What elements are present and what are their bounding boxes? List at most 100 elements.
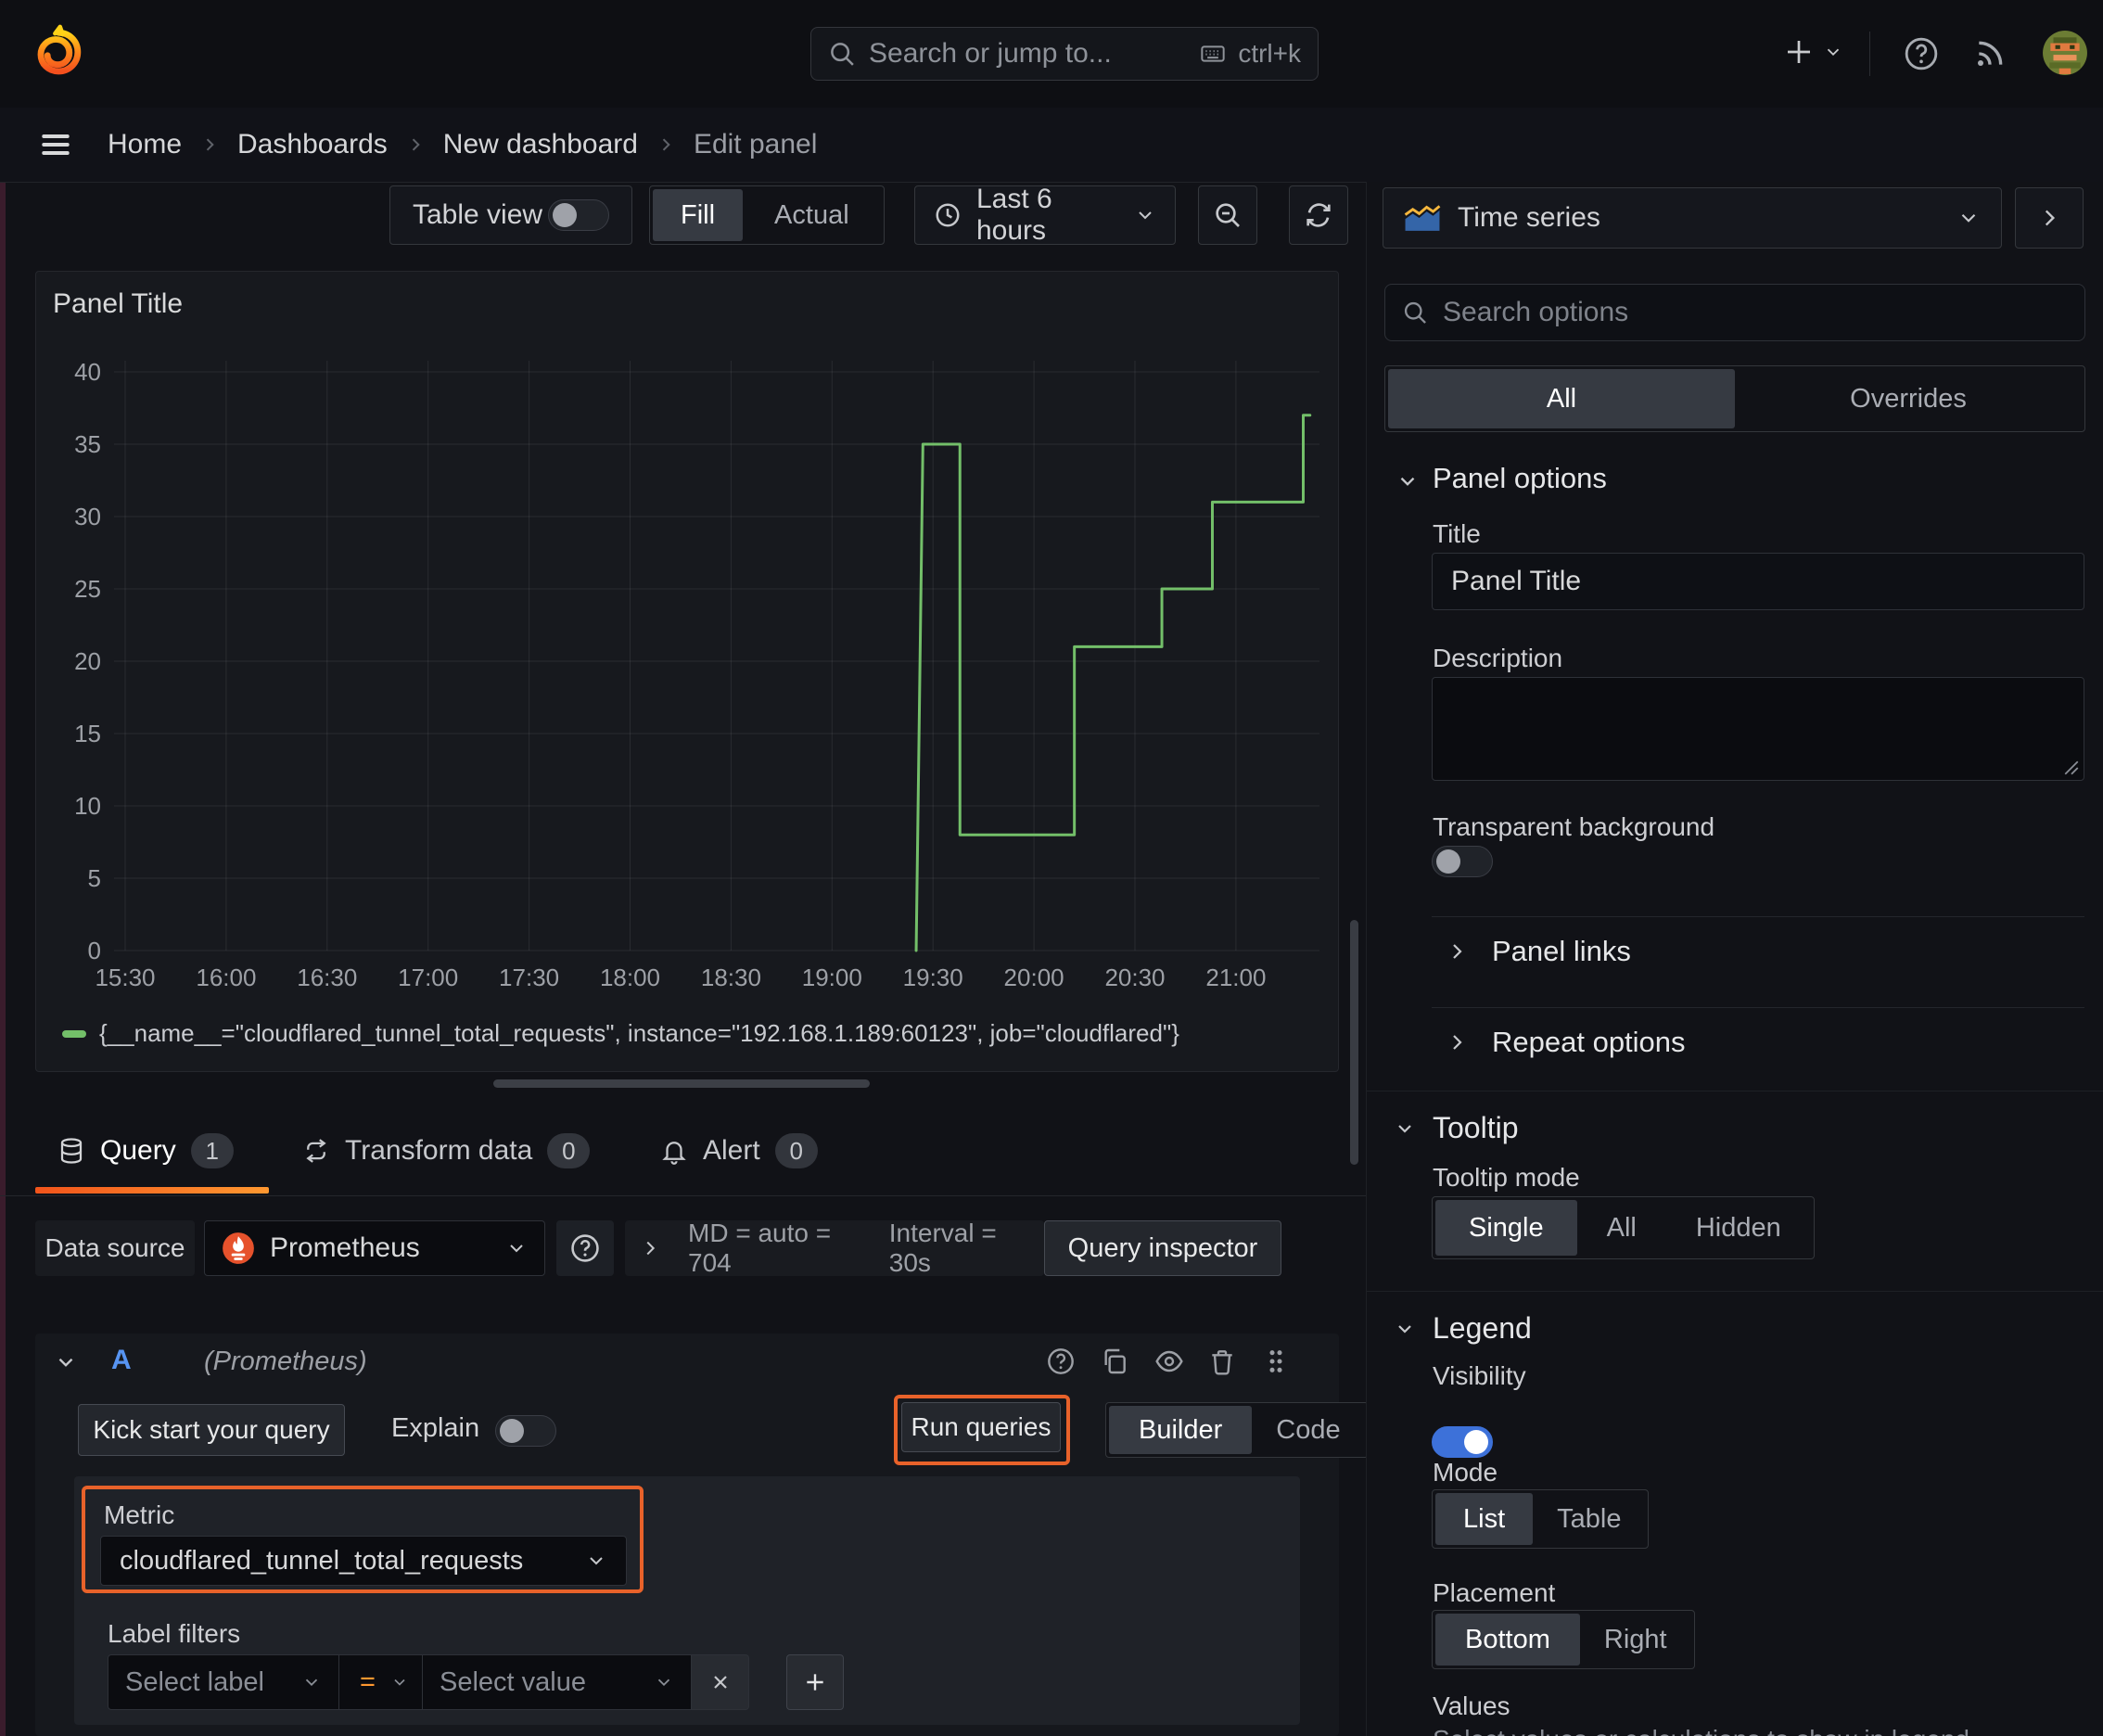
help-button[interactable] xyxy=(1903,35,1940,72)
breadcrumb: Home Dashboards New dashboard Edit panel xyxy=(108,108,817,182)
description-textarea[interactable] xyxy=(1432,677,2084,781)
collapse-query-chevron-icon[interactable] xyxy=(54,1350,78,1374)
collapse-options-pane-button[interactable] xyxy=(2015,187,2084,249)
zoom-out-button[interactable] xyxy=(1198,185,1257,245)
legend-series-label: {__name__="cloudflared_tunnel_total_requ… xyxy=(99,1019,1179,1047)
select-value-dropdown[interactable]: Select value xyxy=(423,1654,692,1710)
tab-overrides[interactable]: Overrides xyxy=(1735,369,2082,428)
clock-icon xyxy=(934,201,962,229)
panel-links-section[interactable]: Panel links xyxy=(1446,935,1631,968)
visualization-picker[interactable]: Time series xyxy=(1383,187,2002,249)
chevron-down-icon[interactable] xyxy=(1396,469,1420,493)
operator-dropdown[interactable]: = xyxy=(339,1654,423,1710)
tooltip-section-header[interactable]: Tooltip xyxy=(1394,1111,1519,1145)
tab-query-count: 1 xyxy=(190,1133,234,1168)
x-tick-label: 17:00 xyxy=(398,964,458,991)
top-nav-bar: Search or jump to... ctrl+k xyxy=(0,0,2103,108)
tab-query[interactable]: Query 1 xyxy=(57,1133,234,1168)
duplicate-query-icon[interactable] xyxy=(1100,1347,1129,1376)
tab-alert[interactable]: Alert 0 xyxy=(660,1133,818,1168)
query-options-bar[interactable]: MD = auto = 704 Interval = 30s xyxy=(625,1219,1044,1277)
add-filter-button[interactable] xyxy=(786,1654,844,1710)
run-queries-button[interactable]: Run queries xyxy=(901,1402,1061,1452)
panel-preview: Panel Title 0 5 10 15 20 25 30 35 40 15:30 16:00 16… xyxy=(35,271,1339,1072)
chart-svg: 0 5 10 15 20 25 30 35 40 15:30 16:00 16:30 17:00 17:3… xyxy=(74,358,1319,991)
hamburger-menu-icon[interactable] xyxy=(37,128,74,161)
options-search-box[interactable]: Search options xyxy=(1384,284,2085,341)
resize-corner-icon[interactable] xyxy=(2063,760,2080,776)
transparent-background-toggle[interactable] xyxy=(1432,846,1493,877)
x-tick-label: 18:30 xyxy=(701,964,761,991)
tab-transform-data[interactable]: Transform data 0 xyxy=(302,1133,591,1168)
keyboard-icon xyxy=(1197,41,1229,67)
legend-header-label: Legend xyxy=(1433,1311,1532,1345)
legend-mode-table[interactable]: Table xyxy=(1533,1493,1645,1545)
panel-title[interactable]: Panel Title xyxy=(53,288,183,320)
scrollbar-thumb[interactable] xyxy=(1350,920,1358,1165)
chart-legend-item[interactable]: {__name__="cloudflared_tunnel_total_requ… xyxy=(62,1019,1179,1048)
breadcrumb-edit-panel: Edit panel xyxy=(693,129,818,160)
query-ref-id[interactable]: A xyxy=(111,1345,132,1376)
actual-option[interactable]: Actual xyxy=(743,189,881,241)
query-inspector-button[interactable]: Query inspector xyxy=(1044,1220,1281,1276)
legend-placement-bottom[interactable]: Bottom xyxy=(1435,1614,1580,1666)
chevron-down-icon xyxy=(1394,1117,1416,1140)
legend-values-hint: Select values or calculations to show in… xyxy=(1433,1725,1969,1736)
time-range-picker[interactable]: Last 6 hours xyxy=(914,184,1176,246)
add-new-button[interactable] xyxy=(1782,35,1843,69)
x-tick-label: 19:30 xyxy=(903,964,963,991)
breadcrumb-dashboards[interactable]: Dashboards xyxy=(237,129,388,160)
news-rss-button[interactable] xyxy=(1971,35,2008,72)
hide-response-eye-icon[interactable] xyxy=(1153,1347,1185,1376)
shortcut-label: ctrl+k xyxy=(1238,39,1301,68)
x-tick-label: 17:30 xyxy=(499,964,559,991)
legend-section-header[interactable]: Legend xyxy=(1394,1311,1532,1346)
tab-query-label: Query xyxy=(100,1135,176,1166)
legend-mode-list[interactable]: List xyxy=(1435,1493,1534,1545)
grafana-logo-icon[interactable] xyxy=(32,24,85,82)
code-option[interactable]: Code xyxy=(1252,1406,1364,1454)
datasource-help-button[interactable] xyxy=(556,1220,614,1276)
toggle-knob xyxy=(1464,1430,1488,1454)
breadcrumb-new-dashboard[interactable]: New dashboard xyxy=(443,129,638,160)
query-builder-body: Metric cloudflared_tunnel_total_requests… xyxy=(74,1476,1300,1725)
panel-title-input[interactable] xyxy=(1432,553,2084,610)
refresh-button[interactable] xyxy=(1289,185,1348,245)
breadcrumb-bar: Home Dashboards New dashboard Edit panel… xyxy=(0,108,2103,274)
query-help-icon[interactable] xyxy=(1046,1347,1076,1376)
close-icon xyxy=(709,1671,732,1693)
builder-option[interactable]: Builder xyxy=(1109,1406,1253,1454)
pane-resize-handle[interactable] xyxy=(493,1079,870,1088)
legend-placement-right[interactable]: Right xyxy=(1580,1614,1691,1666)
panel-options-header[interactable]: Panel options xyxy=(1433,462,1607,495)
breadcrumb-home[interactable]: Home xyxy=(108,129,182,160)
metric-select[interactable]: cloudflared_tunnel_total_requests xyxy=(100,1536,627,1586)
prometheus-icon xyxy=(222,1232,255,1265)
delete-query-trash-icon[interactable] xyxy=(1207,1347,1237,1376)
tooltip-mode-all[interactable]: All xyxy=(1577,1200,1666,1256)
repeat-options-section[interactable]: Repeat options xyxy=(1446,1026,1686,1059)
avatar[interactable] xyxy=(2042,30,2088,76)
table-view-toggle[interactable] xyxy=(548,199,609,231)
legend-visibility-toggle[interactable] xyxy=(1432,1426,1493,1458)
tab-all[interactable]: All xyxy=(1388,369,1735,428)
chart-series-line xyxy=(914,414,1312,952)
explain-toggle[interactable] xyxy=(495,1415,556,1447)
tab-transform-count: 0 xyxy=(547,1133,591,1168)
tab-alert-label: Alert xyxy=(703,1135,760,1166)
title-field-label: Title xyxy=(1433,519,1481,548)
tooltip-mode-single[interactable]: Single xyxy=(1435,1200,1577,1256)
remove-filter-button[interactable] xyxy=(692,1654,749,1710)
visibility-label: Visibility xyxy=(1433,1361,1526,1390)
global-search-bar[interactable]: Search or jump to... ctrl+k xyxy=(810,27,1319,81)
drag-handle-grip-icon[interactable] xyxy=(1261,1347,1291,1376)
datasource-picker[interactable]: Prometheus xyxy=(204,1220,545,1276)
tooltip-mode-hidden[interactable]: Hidden xyxy=(1666,1200,1811,1256)
x-tick-label: 16:30 xyxy=(297,964,357,991)
explain-label: Explain xyxy=(391,1413,480,1443)
select-label-dropdown[interactable]: Select label xyxy=(108,1654,339,1710)
kick-start-query-button[interactable]: Kick start your query xyxy=(78,1404,345,1456)
fill-option[interactable]: Fill xyxy=(653,189,744,241)
chevron-down-icon xyxy=(1394,1318,1416,1340)
description-field-label: Description xyxy=(1433,644,1563,672)
